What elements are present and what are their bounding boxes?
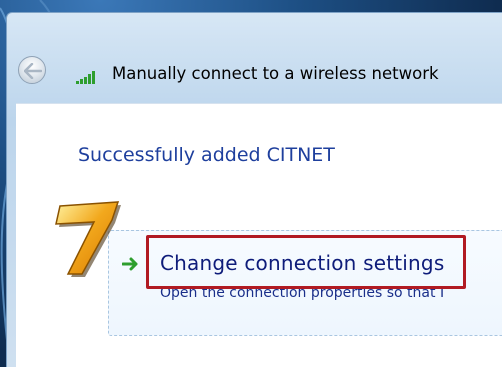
back-arrow-icon bbox=[24, 63, 42, 79]
screenshot-root: Manually connect to a wireless network S… bbox=[0, 0, 502, 367]
success-heading: Successfully added CITNET bbox=[78, 144, 335, 166]
back-button[interactable] bbox=[18, 56, 46, 84]
window-title: Manually connect to a wireless network bbox=[112, 64, 439, 83]
highlight-annotation bbox=[146, 235, 466, 289]
wireless-signal-icon bbox=[76, 71, 95, 84]
step-number-badge: 7 bbox=[55, 201, 121, 277]
